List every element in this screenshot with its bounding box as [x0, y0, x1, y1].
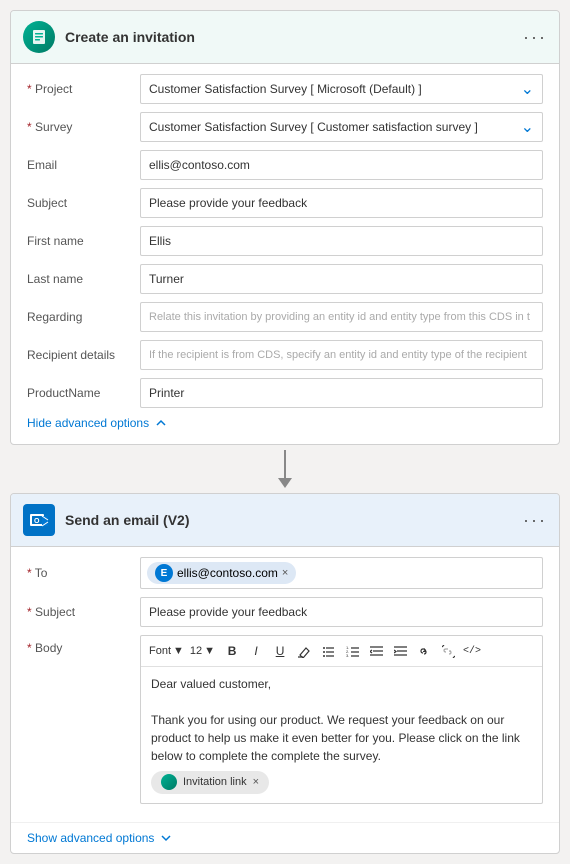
firstname-field-row: First name: [27, 226, 543, 256]
show-advanced-toggle[interactable]: Show advanced options: [11, 822, 559, 853]
project-value: Customer Satisfaction Survey [ Microsoft…: [149, 82, 422, 96]
show-advanced-label: Show advanced options: [27, 831, 154, 845]
invitation-link-remove[interactable]: ×: [253, 774, 259, 791]
body-label: Body: [27, 635, 132, 655]
project-dropdown[interactable]: Customer Satisfaction Survey [ Microsoft…: [140, 74, 543, 104]
font-dropdown-arrow[interactable]: ▼: [173, 645, 184, 657]
fontsize-dropdown-arrow[interactable]: ▼: [204, 645, 215, 657]
firstname-input[interactable]: [140, 226, 543, 256]
chevron-down-icon: [160, 832, 172, 844]
recipient-details-label: Recipient details: [27, 348, 132, 362]
email-input[interactable]: [140, 150, 543, 180]
create-invitation-card: Create an invitation ··· Project Custome…: [10, 10, 560, 445]
underline-button[interactable]: U: [269, 640, 291, 662]
numbered-list-button[interactable]: 1. 2. 3.: [341, 640, 363, 662]
firstname-label: First name: [27, 234, 132, 248]
subject-field-row: Subject: [27, 188, 543, 218]
to-avatar: E: [155, 564, 173, 582]
recipient-details-field-row: Recipient details: [27, 340, 543, 370]
to-email-value: ellis@contoso.com: [177, 566, 278, 580]
body-line1: Dear valued customer,: [151, 675, 532, 693]
card1-more-options[interactable]: ···: [523, 27, 547, 48]
svg-text:O: O: [34, 518, 40, 525]
invitation-link-tag[interactable]: Invitation link ×: [151, 771, 269, 794]
invitation-link-label: Invitation link: [183, 774, 247, 791]
survey-field-row: Survey Customer Satisfaction Survey [ Cu…: [27, 112, 543, 142]
project-label: Project: [27, 82, 132, 96]
lastname-input[interactable]: [140, 264, 543, 294]
card2-header: O Send an email (V2) ···: [11, 494, 559, 547]
card1-body: Project Customer Satisfaction Survey [ M…: [11, 64, 559, 444]
to-input-wrapper[interactable]: E ellis@contoso.com ×: [140, 557, 543, 589]
italic-button[interactable]: I: [245, 640, 267, 662]
project-dropdown-arrow: ⌄: [521, 79, 534, 99]
regarding-label: Regarding: [27, 310, 132, 324]
regarding-input[interactable]: [140, 302, 543, 332]
bullet-list-button[interactable]: [317, 640, 339, 662]
survey-dropdown-arrow: ⌄: [521, 117, 534, 137]
indent-button[interactable]: [389, 640, 411, 662]
link-button[interactable]: [413, 640, 435, 662]
bold-button[interactable]: B: [221, 640, 243, 662]
email-subject-field-row: Subject: [27, 597, 543, 627]
highlight-button[interactable]: [293, 640, 315, 662]
unlink-button[interactable]: [437, 640, 459, 662]
arrow-connector: [278, 445, 292, 493]
to-label: To: [27, 566, 132, 580]
productname-label: ProductName: [27, 386, 132, 400]
email-field-row: Email: [27, 150, 543, 180]
toolbar: Font ▼ 12 ▼ B I U: [141, 636, 542, 667]
card2-title: Send an email (V2): [65, 512, 513, 528]
email-subject-input[interactable]: [140, 597, 543, 627]
productname-field-row: ProductName: [27, 378, 543, 408]
subject-input[interactable]: [140, 188, 543, 218]
down-arrow-icon: [278, 450, 292, 488]
hide-advanced-label: Hide advanced options: [27, 416, 149, 430]
font-label: Font: [149, 645, 171, 657]
recipient-details-input[interactable]: [140, 340, 543, 370]
regarding-field-row: Regarding: [27, 302, 543, 332]
hide-advanced-toggle[interactable]: Hide advanced options: [27, 416, 543, 430]
outdent-button[interactable]: [365, 640, 387, 662]
survey-dropdown[interactable]: Customer Satisfaction Survey [ Customer …: [140, 112, 543, 142]
svg-text:3.: 3.: [346, 653, 349, 658]
card2-more-options[interactable]: ···: [523, 510, 547, 531]
to-field-row: To E ellis@contoso.com ×: [27, 557, 543, 589]
body-field-row: Body Font ▼ 12 ▼ B I U: [27, 635, 543, 804]
fontsize-selector[interactable]: 12 ▼: [190, 645, 215, 657]
survey-label: Survey: [27, 120, 132, 134]
survey-value: Customer Satisfaction Survey [ Customer …: [149, 120, 478, 134]
body-line2: Thank you for using our product. We requ…: [151, 711, 532, 765]
body-content[interactable]: Dear valued customer, Thank you for usin…: [141, 667, 542, 803]
code-button[interactable]: </>: [461, 640, 483, 662]
survey-icon: [23, 21, 55, 53]
productname-input[interactable]: [140, 378, 543, 408]
body-editor[interactable]: Font ▼ 12 ▼ B I U: [140, 635, 543, 804]
chevron-up-icon: [155, 417, 167, 429]
project-field-row: Project Customer Satisfaction Survey [ M…: [27, 74, 543, 104]
outlook-icon: O: [23, 504, 55, 536]
lastname-label: Last name: [27, 272, 132, 286]
subject-label: Subject: [27, 196, 132, 210]
to-email-remove[interactable]: ×: [282, 567, 288, 579]
card1-title: Create an invitation: [65, 29, 513, 45]
send-email-card: O Send an email (V2) ··· To E ellis@cont…: [10, 493, 560, 854]
card2-body: To E ellis@contoso.com × Subject Body Fo…: [11, 547, 559, 822]
email-subject-label: Subject: [27, 605, 132, 619]
to-email-tag: E ellis@contoso.com ×: [147, 562, 296, 584]
font-selector[interactable]: Font ▼: [149, 645, 184, 657]
card1-header: Create an invitation ···: [11, 11, 559, 64]
lastname-field-row: Last name: [27, 264, 543, 294]
email-label: Email: [27, 158, 132, 172]
fontsize-value: 12: [190, 645, 202, 657]
